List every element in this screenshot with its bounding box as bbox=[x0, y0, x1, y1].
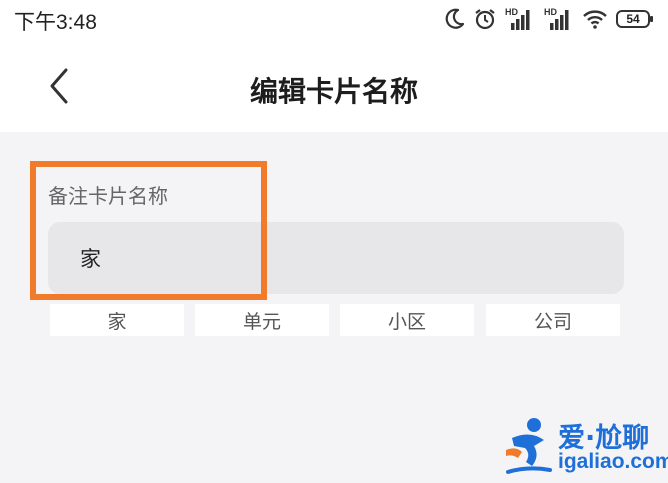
suggestion-chip-home[interactable]: 家 bbox=[50, 304, 184, 336]
watermark-logo-icon bbox=[506, 418, 552, 474]
watermark-url: igaliao.com bbox=[558, 450, 668, 473]
hd-signal-icon: HD bbox=[505, 7, 535, 30]
top-bar: 下午3:48 HD HD 54 编辑卡片名称 bbox=[0, 0, 668, 132]
moon-icon bbox=[445, 8, 465, 30]
status-time: 下午3:48 bbox=[14, 11, 97, 34]
status-icons: HD HD 54 bbox=[445, 6, 653, 32]
card-name-input[interactable]: 家 bbox=[48, 222, 624, 294]
wifi-icon bbox=[583, 9, 607, 29]
hd-signal-icon: HD bbox=[544, 7, 574, 30]
battery-icon: 54 bbox=[616, 10, 653, 28]
suggestion-chip-unit[interactable]: 单元 bbox=[195, 304, 329, 336]
alarm-icon bbox=[474, 8, 496, 30]
card-name-label: 备注卡片名称 bbox=[48, 184, 168, 208]
page-title: 编辑卡片名称 bbox=[249, 75, 418, 108]
suggestion-chip-community[interactable]: 小区 bbox=[340, 304, 474, 336]
card-name-value: 家 bbox=[80, 247, 101, 271]
suggestion-chip-company[interactable]: 公司 bbox=[486, 304, 620, 336]
watermark: 爱·尬聊 igaliao.com bbox=[504, 412, 668, 478]
